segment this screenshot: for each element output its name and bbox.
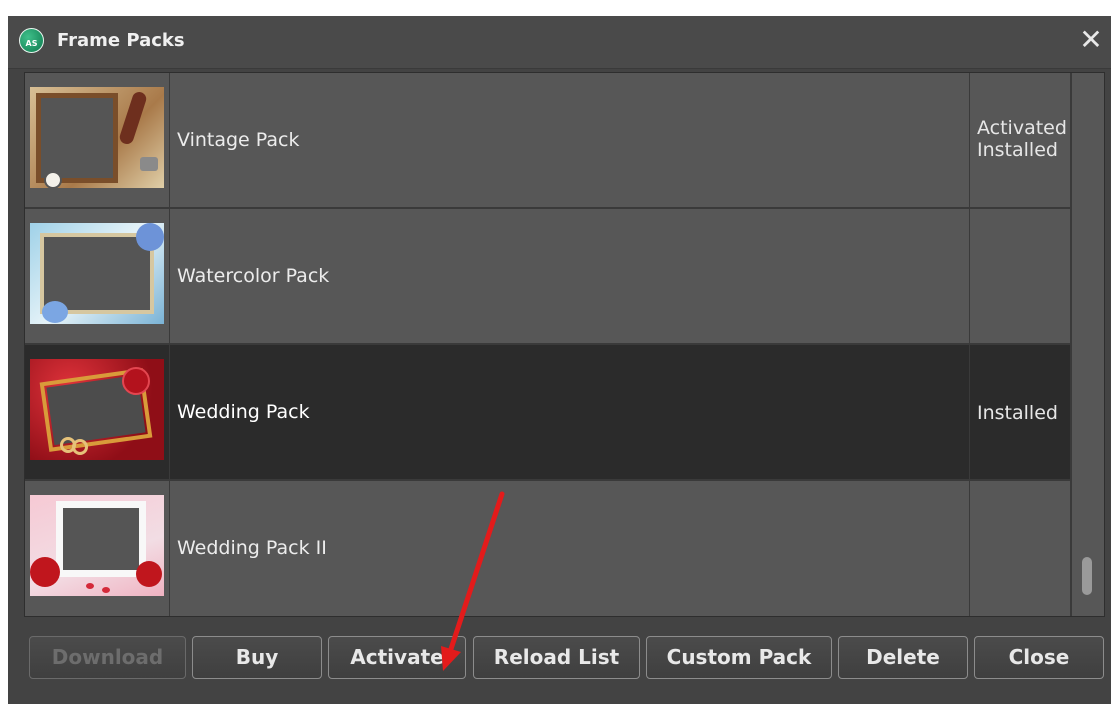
list-item[interactable]: Vintage Pack Activated Installed xyxy=(25,73,1071,209)
pack-name: Wedding Pack II xyxy=(177,537,327,559)
download-button[interactable]: Download xyxy=(29,636,186,679)
status-cell xyxy=(970,209,1071,345)
pack-name: Wedding Pack xyxy=(177,401,310,423)
status-cell: Installed xyxy=(970,345,1071,481)
pack-status: Installed xyxy=(977,402,1058,424)
title-bar: AS Frame Packs ✕ xyxy=(8,16,1111,69)
vintage-pack-thumbnail xyxy=(30,87,164,188)
thumbnail-cell xyxy=(25,345,170,481)
delete-button[interactable]: Delete xyxy=(838,636,968,679)
list-item[interactable]: Wedding Pack II xyxy=(25,481,1071,616)
list-scrollbar[interactable] xyxy=(1071,73,1104,616)
app-icon: AS xyxy=(19,28,44,53)
status-cell: Activated Installed xyxy=(970,73,1071,209)
frame-pack-list[interactable]: Vintage Pack Activated Installed Waterco… xyxy=(24,72,1105,617)
list-item-selected[interactable]: Wedding Pack Installed xyxy=(25,345,1071,481)
list-item[interactable]: Watercolor Pack xyxy=(25,209,1071,345)
scrollbar-thumb[interactable] xyxy=(1082,557,1092,595)
wedding-pack-thumbnail xyxy=(30,359,164,460)
buy-button[interactable]: Buy xyxy=(192,636,322,679)
name-cell: Vintage Pack xyxy=(170,73,970,209)
close-icon[interactable]: ✕ xyxy=(1079,26,1103,54)
status-cell xyxy=(970,481,1071,616)
thumbnail-cell xyxy=(25,73,170,209)
close-button[interactable]: Close xyxy=(974,636,1104,679)
watercolor-pack-thumbnail xyxy=(30,223,164,324)
wedding-pack-ii-thumbnail xyxy=(30,495,164,596)
pack-status: Activated Installed xyxy=(977,117,1067,161)
pack-name: Vintage Pack xyxy=(177,129,300,151)
thumbnail-cell xyxy=(25,209,170,345)
thumbnail-cell xyxy=(25,481,170,616)
name-cell: Watercolor Pack xyxy=(170,209,970,345)
pack-name: Watercolor Pack xyxy=(177,265,330,287)
dialog-title: Frame Packs xyxy=(57,30,185,51)
name-cell: Wedding Pack xyxy=(170,345,970,481)
custom-pack-button[interactable]: Custom Pack xyxy=(646,636,832,679)
reload-list-button[interactable]: Reload List xyxy=(473,636,640,679)
activate-button[interactable]: Activate xyxy=(328,636,466,679)
name-cell: Wedding Pack II xyxy=(170,481,970,616)
